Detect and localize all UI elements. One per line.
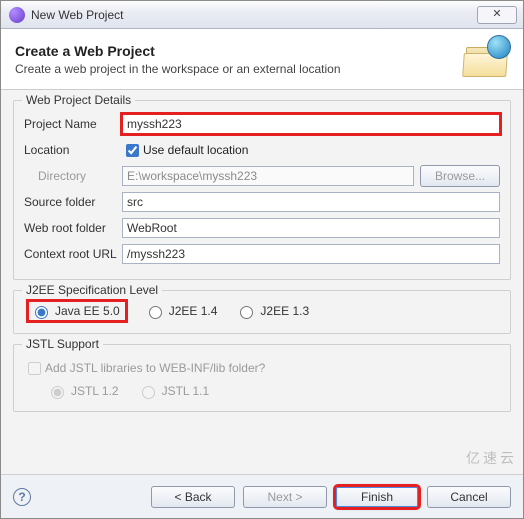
j2ee-spec-group: J2EE Specification Level Java EE 5.0 J2E… (13, 290, 511, 334)
page-title: Create a Web Project (15, 43, 455, 59)
web-project-details-group: Web Project Details Project Name Locatio… (13, 100, 511, 280)
browse-button: Browse... (420, 165, 500, 187)
radio-jstl11-input (142, 386, 155, 399)
radio-jstl12: JSTL 1.2 (46, 383, 119, 399)
context-root-label: Context root URL (24, 247, 122, 261)
radio-j2ee14-label: J2EE 1.4 (169, 304, 218, 318)
directory-label: Directory (24, 169, 122, 183)
watermark: 亿速云 (466, 448, 517, 468)
window-title: New Web Project (31, 8, 477, 22)
radio-j2ee13[interactable]: J2EE 1.3 (235, 303, 309, 319)
wizard-header: Create a Web Project Create a web projec… (1, 29, 523, 90)
add-jstl-checkbox (28, 362, 41, 375)
context-root-input[interactable] (122, 244, 500, 264)
radio-j2ee13-label: J2EE 1.3 (260, 304, 309, 318)
page-subtitle: Create a web project in the workspace or… (15, 62, 455, 76)
app-icon (9, 7, 25, 23)
source-folder-input[interactable] (122, 192, 500, 212)
radio-javaee5-input[interactable] (35, 306, 48, 319)
back-button[interactable]: < Back (151, 486, 235, 508)
help-icon[interactable]: ? (13, 488, 31, 506)
group-title-details: Web Project Details (22, 93, 135, 107)
use-default-location-checkbox[interactable] (126, 144, 139, 157)
directory-input (122, 166, 414, 186)
cancel-button[interactable]: Cancel (427, 486, 511, 508)
group-title-j2ee: J2EE Specification Level (22, 283, 162, 297)
next-button: Next > (243, 486, 327, 508)
source-folder-label: Source folder (24, 195, 122, 209)
dialog-window: New Web Project ✕ Create a Web Project C… (0, 0, 524, 519)
jstl-support-group: JSTL Support Add JSTL libraries to WEB-I… (13, 344, 511, 412)
add-jstl-label: Add JSTL libraries to WEB-INF/lib folder… (45, 361, 265, 375)
radio-javaee5-label: Java EE 5.0 (55, 304, 120, 318)
web-root-input[interactable] (122, 218, 500, 238)
finish-button[interactable]: Finish (335, 486, 419, 508)
wizard-banner-icon (463, 39, 509, 79)
location-label: Location (24, 143, 122, 157)
close-button[interactable]: ✕ (477, 6, 517, 24)
radio-jstl12-input (51, 386, 64, 399)
radio-j2ee14[interactable]: J2EE 1.4 (144, 303, 218, 319)
radio-j2ee13-input[interactable] (240, 306, 253, 319)
use-default-location-label: Use default location (143, 143, 248, 157)
radio-jstl12-label: JSTL 1.2 (71, 384, 119, 398)
group-title-jstl: JSTL Support (22, 337, 103, 351)
radio-javaee5[interactable]: Java EE 5.0 (28, 301, 126, 321)
radio-jstl11: JSTL 1.1 (137, 383, 210, 399)
project-name-label: Project Name (24, 117, 122, 131)
button-bar: ? < Back Next > Finish Cancel (1, 474, 523, 518)
radio-j2ee14-input[interactable] (149, 306, 162, 319)
titlebar: New Web Project ✕ (1, 1, 523, 29)
radio-jstl11-label: JSTL 1.1 (162, 384, 210, 398)
web-root-label: Web root folder (24, 221, 122, 235)
project-name-input[interactable] (122, 114, 500, 134)
